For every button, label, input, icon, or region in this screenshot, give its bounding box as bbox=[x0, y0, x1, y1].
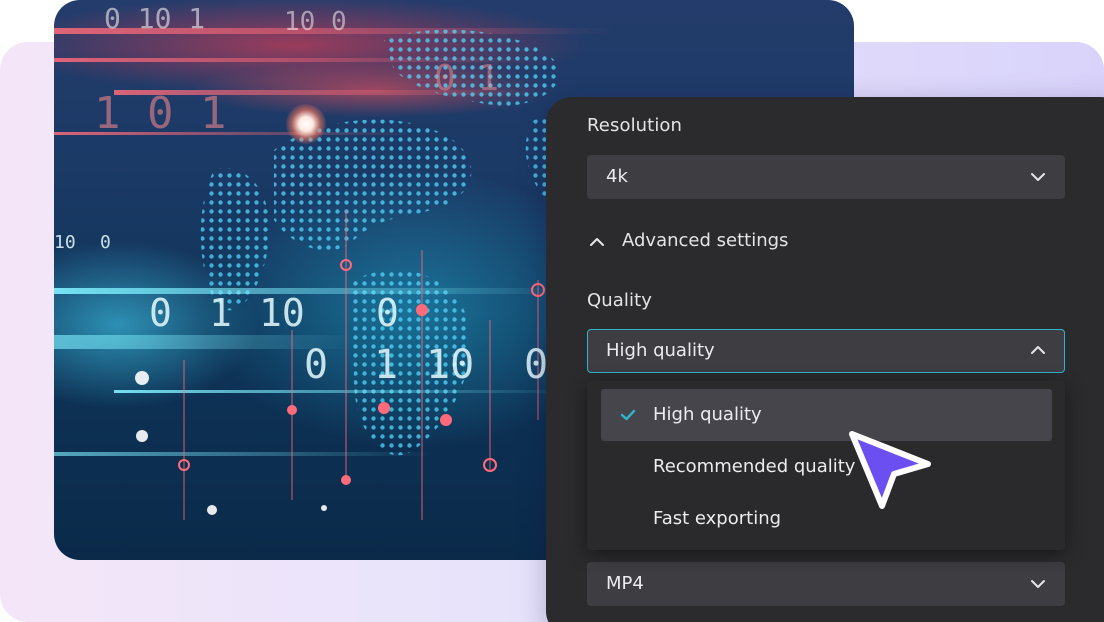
svg-text:1 0 1: 1 0 1 bbox=[94, 88, 226, 139]
quality-select[interactable]: High quality bbox=[587, 329, 1065, 373]
light-flare bbox=[286, 104, 326, 144]
svg-text:0: 0 bbox=[100, 232, 111, 253]
format-select[interactable]: MP4 bbox=[587, 562, 1065, 606]
format-value: MP4 bbox=[606, 573, 644, 594]
quality-option-high[interactable]: High quality bbox=[601, 389, 1052, 441]
svg-text:1: 1 bbox=[374, 342, 398, 388]
svg-text:0: 0 bbox=[376, 291, 399, 335]
quality-value: High quality bbox=[606, 340, 715, 361]
svg-text:10 0: 10 0 bbox=[284, 7, 347, 37]
chevron-down-icon bbox=[1031, 173, 1045, 181]
svg-text:10: 10 bbox=[259, 291, 305, 335]
quality-option-recommended[interactable]: Recommended quality bbox=[601, 441, 1052, 493]
advanced-settings-label: Advanced settings bbox=[622, 230, 789, 251]
export-settings-showcase: 0 1 10 0 0 1 10 0 10 0 0 10 1 10 0 1 0 1… bbox=[0, 0, 1104, 622]
svg-text:0: 0 bbox=[149, 291, 172, 335]
chevron-down-icon bbox=[1031, 580, 1045, 588]
chevron-up-icon bbox=[1031, 346, 1045, 354]
quality-option-label: Fast exporting bbox=[653, 508, 782, 529]
quality-dropdown-menu: High quality Recommended quality Fast ex… bbox=[587, 381, 1065, 550]
quality-label: Quality bbox=[587, 290, 653, 311]
quality-option-label: Recommended quality bbox=[653, 456, 856, 477]
quality-option-label: High quality bbox=[653, 404, 762, 425]
svg-text:0: 0 bbox=[304, 342, 328, 388]
chevron-up-icon bbox=[590, 238, 604, 246]
svg-text:0 1: 0 1 bbox=[434, 58, 499, 99]
quality-option-fast[interactable]: Fast exporting bbox=[601, 493, 1052, 545]
resolution-label: Resolution bbox=[587, 115, 683, 136]
resolution-select[interactable]: 4k bbox=[587, 155, 1065, 199]
resolution-value: 4k bbox=[606, 166, 628, 187]
svg-text:1: 1 bbox=[209, 291, 232, 335]
svg-text:10: 10 bbox=[426, 342, 474, 388]
svg-text:0: 0 bbox=[524, 342, 548, 388]
svg-text:10: 10 bbox=[54, 232, 76, 253]
export-settings-panel: Resolution 4k Advanced settings Quality … bbox=[546, 97, 1104, 622]
mouse-pointer-icon bbox=[849, 431, 931, 509]
check-icon bbox=[620, 409, 636, 421]
svg-text:0 10 1: 0 10 1 bbox=[104, 2, 205, 35]
